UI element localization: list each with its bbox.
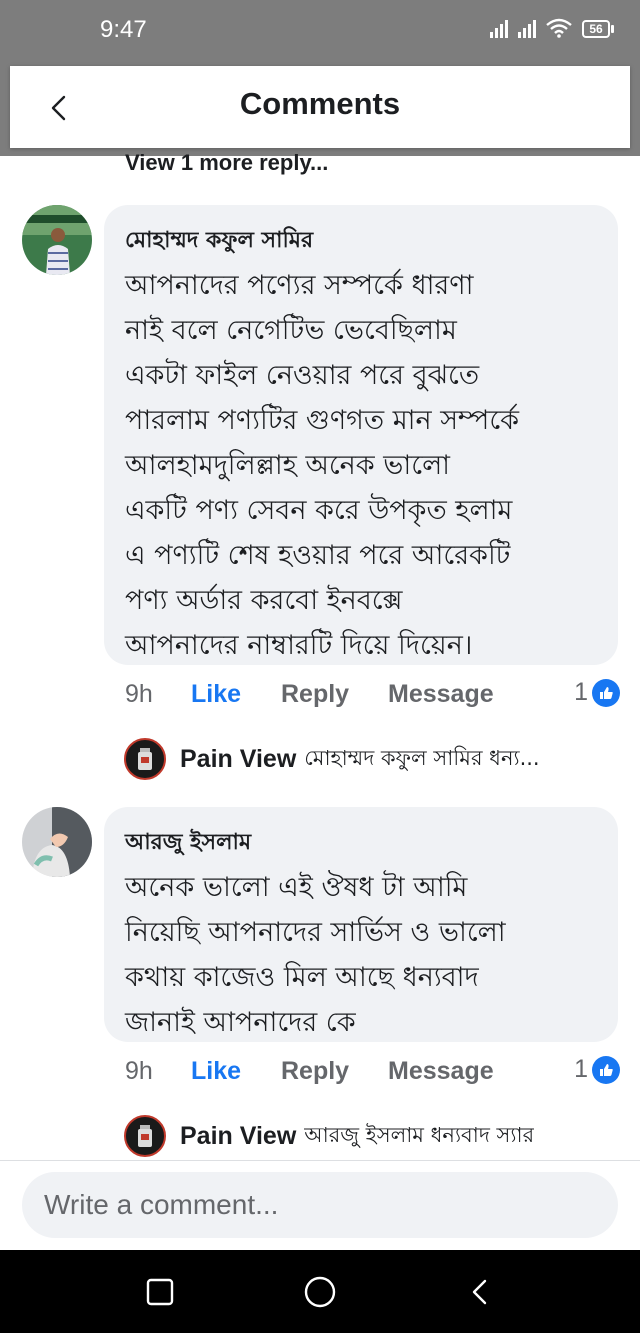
battery-icon: 56	[582, 20, 614, 38]
navigation-bar	[0, 1250, 640, 1333]
status-bar: 9:47 56	[0, 0, 640, 56]
status-time: 9:47	[100, 16, 147, 43]
reply-author[interactable]: Pain View	[180, 745, 296, 774]
comments-header: Comments	[10, 66, 630, 148]
like-button[interactable]: Like	[191, 680, 281, 709]
reply-preview[interactable]: Pain View আরজু ইসলাম ধন্যবাদ স্যার	[124, 1115, 624, 1157]
avatar	[124, 738, 166, 780]
home-icon[interactable]	[298, 1270, 342, 1314]
signal-icon	[490, 18, 508, 38]
comment-author[interactable]: আরজু ইসলাম	[125, 825, 618, 862]
comment-bubble: আরজু ইসলাম অনেক ভালো এই ঔষধ টা আমি নিয়ে…	[104, 807, 618, 1042]
avatar[interactable]	[22, 807, 92, 877]
comment-actions: 9h Like Reply Message	[125, 1057, 494, 1086]
avatar[interactable]	[22, 205, 92, 275]
comment-actions: 9h Like Reply Message	[125, 680, 494, 709]
avatar	[124, 1115, 166, 1157]
reaction-number: 1	[574, 1055, 588, 1083]
page-title: Comments	[239, 86, 401, 121]
comment-text: অনেক ভালো এই ঔষধ টা আমি নিয়েছি আপনাদের …	[125, 872, 506, 1038]
message-button[interactable]: Message	[388, 1057, 494, 1086]
thumbs-up-icon	[592, 678, 620, 707]
message-button[interactable]: Message	[388, 680, 494, 709]
status-icons: 56	[490, 18, 614, 38]
signal-icon	[518, 18, 536, 38]
reply-button[interactable]: Reply	[281, 1057, 388, 1086]
comment-author[interactable]: মোহাম্মদ কফুল সামির	[125, 223, 618, 260]
reply-author[interactable]: Pain View	[180, 1122, 296, 1151]
comment-time: 9h	[125, 1057, 153, 1085]
reply-preview[interactable]: Pain View মোহাম্মদ কফুল সামির ধন্য...	[124, 738, 624, 780]
back-icon[interactable]	[458, 1270, 502, 1314]
reply-button[interactable]: Reply	[281, 680, 388, 709]
view-more-replies-link[interactable]: View 1 more reply...	[125, 150, 328, 178]
comment-time: 9h	[125, 680, 153, 708]
comment-input[interactable]	[22, 1172, 618, 1238]
wifi-icon	[546, 18, 572, 38]
comment-text: আপনাদের পণ্যের সম্পর্কে ধারণা নাই বলে নে…	[125, 270, 520, 661]
thumbs-up-icon	[592, 1055, 620, 1084]
divider	[0, 1160, 640, 1161]
comment-composer[interactable]	[22, 1172, 618, 1238]
reaction-number: 1	[574, 678, 588, 706]
reply-text: মোহাম্মদ কফুল সামির ধন্য...	[304, 745, 540, 770]
reaction-count[interactable]: 1	[574, 1055, 620, 1084]
recent-apps-icon[interactable]	[138, 1270, 182, 1314]
like-button[interactable]: Like	[191, 1057, 281, 1086]
comment-bubble: মোহাম্মদ কফুল সামির আপনাদের পণ্যের সম্পর…	[104, 205, 618, 665]
battery-level: 56	[582, 20, 610, 38]
reply-text: আরজু ইসলাম ধন্যবাদ স্যার	[304, 1122, 535, 1147]
reaction-count[interactable]: 1	[574, 678, 620, 707]
